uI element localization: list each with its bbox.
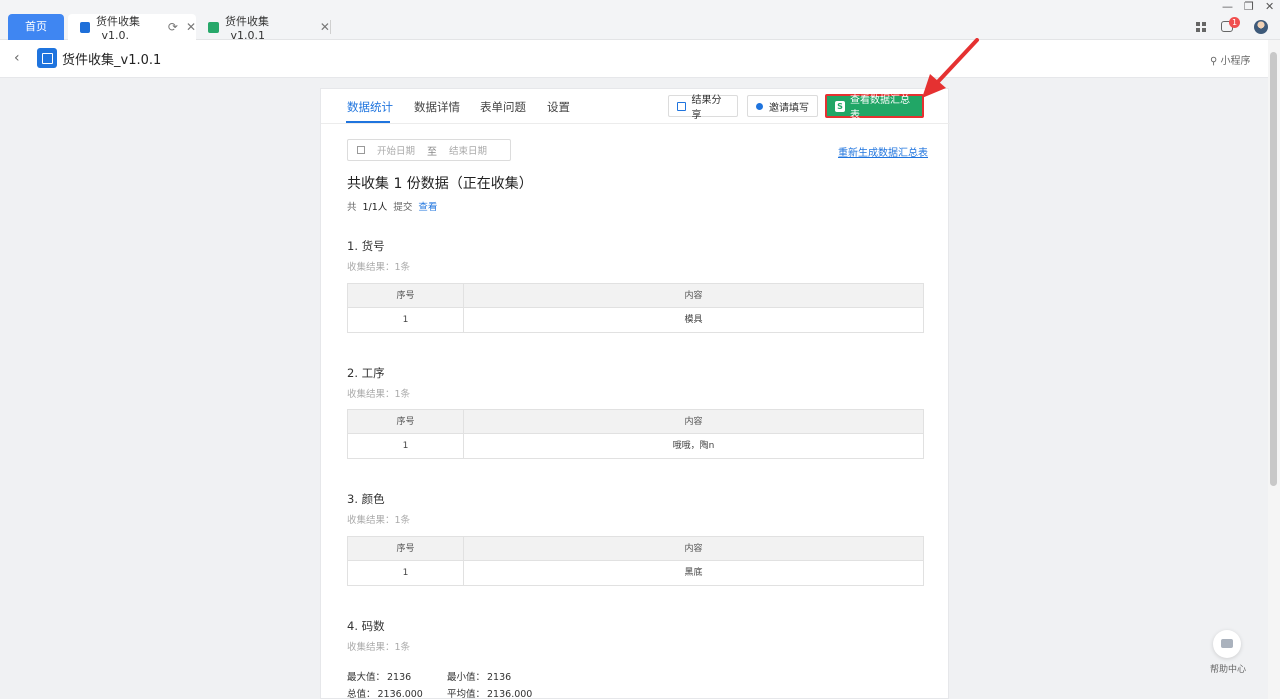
page-header: ‹ 货件收集_v1.0.1 ⚲ 小程序 <box>0 40 1280 78</box>
end-date-input[interactable]: 结束日期 <box>449 143 487 157</box>
column-header: 内容 <box>684 417 703 427</box>
question-result-count: 收集结果：1条 <box>347 389 411 400</box>
question-title: 4. 码数 <box>347 619 385 633</box>
summary-prefix: 共 <box>347 202 357 213</box>
question-title: 1. 货号 <box>347 239 385 253</box>
calendar-icon <box>357 146 365 154</box>
stat-label: 最大值： <box>347 672 386 683</box>
date-range-picker[interactable]: 开始日期 至 结束日期 <box>347 139 511 161</box>
tab-label: 货件收集_v1.0. <box>95 14 140 42</box>
share-results-button[interactable]: 结果分享 <box>668 95 738 121</box>
table-header-row: 序号 内容 <box>348 537 923 561</box>
vertical-scrollbar[interactable] <box>1268 40 1280 699</box>
help-center-button[interactable] <box>1213 630 1241 658</box>
tab-questions[interactable]: 表单问题 <box>480 99 526 115</box>
notification-badge: 1 <box>1229 17 1240 28</box>
close-icon[interactable]: ✕ <box>186 20 196 34</box>
question-table: 序号 内容 1 模具 <box>347 283 924 333</box>
stat-value: 2136.000 <box>377 689 423 699</box>
column-header: 内容 <box>684 544 703 554</box>
mini-program-label: 小程序 <box>1220 56 1251 67</box>
tab-settings[interactable]: 设置 <box>547 99 570 115</box>
start-date-input[interactable]: 开始日期 <box>377 143 415 157</box>
question-title: 2. 工序 <box>347 366 385 380</box>
share-label: 结果分享 <box>691 95 722 121</box>
table-cell: 1 <box>348 434 464 458</box>
view-summary-sheet-button[interactable]: S 查看数据汇总表 <box>825 94 924 121</box>
close-window-icon[interactable]: ✕ <box>1265 0 1274 13</box>
avatar[interactable] <box>1254 20 1268 34</box>
mini-program-link[interactable]: ⚲ 小程序 <box>1210 52 1251 67</box>
question-table: 序号 内容 1 黑底 <box>347 536 924 586</box>
column-header: 序号 <box>348 284 464 307</box>
table-header-row: 序号 内容 <box>348 284 923 308</box>
active-tab-indicator <box>346 121 390 123</box>
invite-label: 邀请填写 <box>769 102 809 114</box>
form-icon <box>80 21 90 33</box>
tab-form-active[interactable]: 货件收集_v1.0. ⟳ ✕ <box>68 14 196 42</box>
help-center-label: 帮助中心 <box>1210 665 1247 675</box>
tab-form-sheet[interactable]: 货件收集_v1.0.1 ✕ <box>196 14 330 42</box>
question-table: 序号 内容 1 哦哦，陶n <box>347 409 924 459</box>
close-icon[interactable]: ✕ <box>320 20 330 34</box>
stat-value: 2136 <box>487 672 512 683</box>
table-cell: 1 <box>348 561 464 585</box>
collection-summary-title: 共收集 1 份数据（正在收集） <box>347 176 533 192</box>
tab-divider <box>330 20 331 34</box>
invite-button[interactable]: 邀请填写 <box>747 95 818 117</box>
regenerate-summary-link[interactable]: 重新生成数据汇总表 <box>838 144 928 159</box>
stat-label: 最小值： <box>447 672 486 683</box>
stat-value: 2136.000 <box>487 689 533 699</box>
invite-icon <box>756 102 763 110</box>
page-title: 货件收集_v1.0.1 <box>62 53 162 68</box>
sheet-s-icon: S <box>835 100 846 112</box>
share-icon <box>677 101 686 111</box>
apps-grid-icon[interactable] <box>1196 22 1206 32</box>
column-header: 序号 <box>348 537 464 560</box>
table-row: 1 哦哦，陶n <box>348 434 923 458</box>
tab-details[interactable]: 数据详情 <box>414 99 460 115</box>
sheet-icon <box>208 21 219 33</box>
question-title: 3. 颜色 <box>347 492 385 506</box>
question-result-count: 收集结果：1条 <box>347 515 411 526</box>
summary-label: 查看数据汇总表 <box>850 95 911 121</box>
question-result-count: 收集结果：1条 <box>347 642 411 653</box>
annotation-arrow <box>922 38 979 98</box>
stat-max: 最大值： 2136 <box>347 669 411 683</box>
stat-min: 最小值： 2136 <box>447 669 511 683</box>
back-icon[interactable]: ‹ <box>14 50 20 66</box>
form-app-icon <box>37 48 57 68</box>
stats-card: 数据统计 数据详情 表单问题 设置 结果分享 邀请填写 S 查看数据汇总表 开始… <box>320 88 950 699</box>
stat-label: 平均值： <box>447 689 486 699</box>
stat-value: 2136 <box>387 672 412 683</box>
section-tabs: 数据统计 数据详情 表单问题 设置 结果分享 邀请填写 S 查看数据汇总表 <box>321 89 950 124</box>
view-submitters-link[interactable]: 查看 <box>418 199 437 213</box>
table-row: 1 模具 <box>348 308 923 332</box>
browser-tab-bar: 首页 货件收集_v1.0. ⟳ ✕ 货件收集_v1.0.1 ✕ — ❐ ✕ 1 <box>0 0 1280 42</box>
stat-average: 平均值： 2136.000 <box>447 686 532 699</box>
table-cell: 模具 <box>684 315 703 325</box>
table-header-row: 序号 内容 <box>348 410 923 434</box>
column-header: 序号 <box>348 410 464 433</box>
table-cell: 黑底 <box>684 568 703 578</box>
tab-home[interactable]: 首页 <box>8 14 64 40</box>
stat-label: 总值： <box>347 689 376 699</box>
table-cell: 哦哦，陶n <box>672 441 715 451</box>
table-row: 1 黑底 <box>348 561 923 585</box>
tab-label: 货件收集_v1.0.1 <box>224 14 269 42</box>
column-header: 内容 <box>684 291 703 301</box>
submitter-count: 1/1人 <box>362 202 388 213</box>
question-result-count: 收集结果：1条 <box>347 262 411 273</box>
minimize-icon[interactable]: — <box>1222 0 1233 13</box>
tab-statistics[interactable]: 数据统计 <box>347 99 393 115</box>
scrollbar-thumb[interactable] <box>1270 52 1277 486</box>
collection-summary-sub: 共 1/1人 提交 查看 <box>347 199 437 213</box>
refresh-icon[interactable]: ⟳ <box>168 20 178 34</box>
stat-total: 总值： 2136.000 <box>347 686 423 699</box>
submitted-label: 提交 <box>393 202 413 213</box>
restore-icon[interactable]: ❐ <box>1244 0 1254 13</box>
table-cell: 1 <box>348 308 464 332</box>
range-separator: 至 <box>427 146 438 158</box>
